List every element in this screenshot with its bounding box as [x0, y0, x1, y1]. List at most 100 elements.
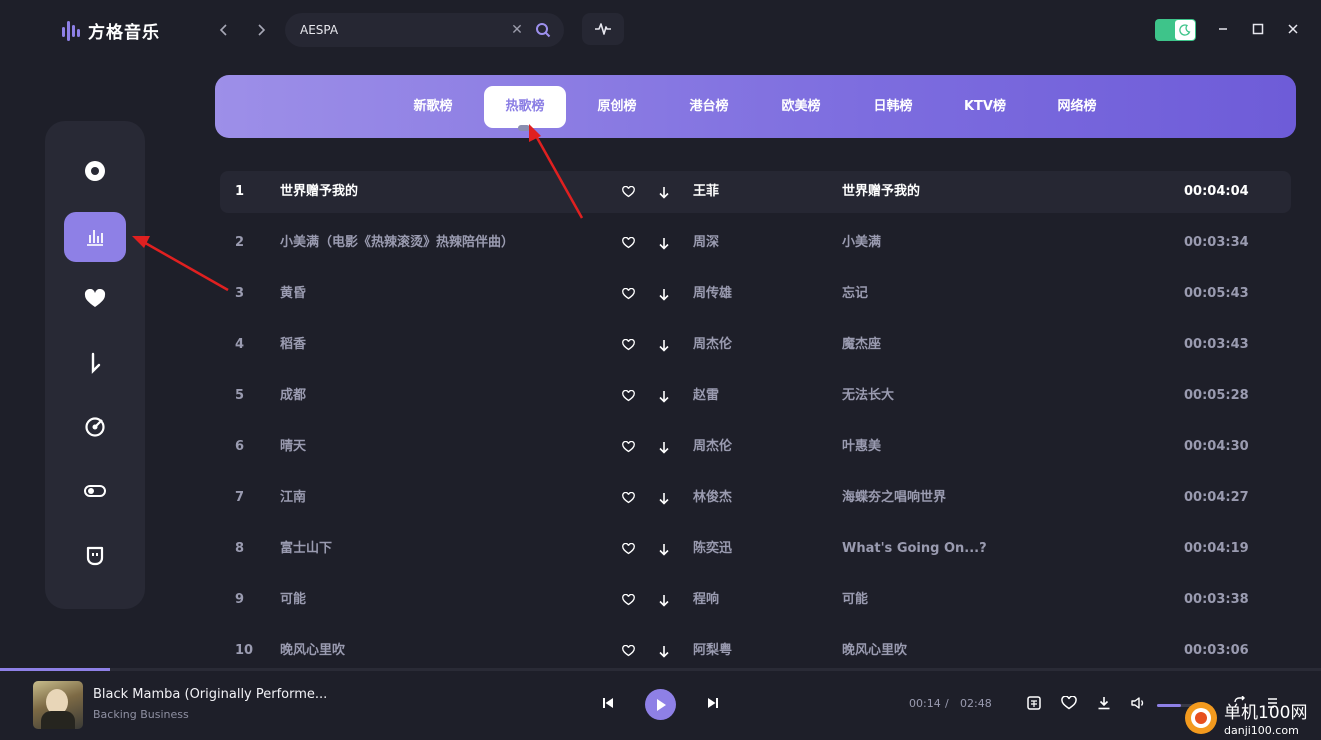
- back-icon[interactable]: [216, 22, 232, 38]
- sidebar-item-settings[interactable]: [64, 466, 126, 516]
- song-title[interactable]: 富士山下: [280, 528, 332, 570]
- lyrics-button[interactable]: [1026, 695, 1042, 711]
- like-song-icon[interactable]: [622, 375, 638, 417]
- album-cover[interactable]: [33, 681, 83, 729]
- next-track-button[interactable]: [705, 695, 721, 711]
- sidebar-item-favorites[interactable]: [64, 274, 126, 324]
- song-album[interactable]: 海蝶夯之唱响世界: [842, 477, 946, 519]
- sidebar-item-discover[interactable]: [64, 402, 126, 452]
- download-song-icon[interactable]: [658, 171, 672, 213]
- play-button[interactable]: [645, 689, 676, 720]
- song-row[interactable]: 5 成都 赵雷 无法长大 00:05:28: [220, 375, 1291, 417]
- theme-toggle[interactable]: [1155, 19, 1196, 41]
- song-title[interactable]: 世界赠予我的: [280, 171, 358, 213]
- volume-button[interactable]: [1130, 695, 1146, 711]
- song-title[interactable]: 小美满（电影《热辣滚烫》热辣陪伴曲）: [280, 222, 514, 264]
- like-song-icon[interactable]: [622, 273, 638, 315]
- song-title[interactable]: 晚风心里吹: [280, 630, 345, 672]
- close-icon[interactable]: [1284, 20, 1302, 38]
- download-song-icon[interactable]: [658, 222, 672, 264]
- song-artist[interactable]: 王菲: [693, 171, 719, 213]
- song-title[interactable]: 江南: [280, 477, 306, 519]
- song-album[interactable]: What's Going On...?: [842, 528, 987, 570]
- song-artist[interactable]: 阿梨粤: [693, 630, 732, 672]
- song-row[interactable]: 8 富士山下 陈奕迅 What's Going On...? 00:04:19: [220, 528, 1291, 570]
- song-row[interactable]: 2 小美满（电影《热辣滚烫》热辣陪伴曲） 周深 小美满 00:03:34: [220, 222, 1291, 264]
- song-album[interactable]: 小美满: [842, 222, 881, 264]
- clear-search-icon[interactable]: ✕: [509, 22, 525, 38]
- song-row[interactable]: 6 晴天 周杰伦 叶惠美 00:04:30: [220, 426, 1291, 468]
- search-input[interactable]: AESPA: [300, 23, 509, 37]
- player-bar: Black Mamba (Originally Performe... Back…: [0, 671, 1321, 740]
- tab-hk-tw[interactable]: 港台榜: [679, 86, 739, 128]
- download-tray-icon: [1098, 697, 1110, 710]
- like-song-icon[interactable]: [622, 222, 638, 264]
- previous-track-button[interactable]: [600, 695, 616, 711]
- song-row[interactable]: 10 晚风心里吹 阿梨粤 晚风心里吹 00:03:06: [220, 630, 1291, 672]
- song-title[interactable]: 黄昏: [280, 273, 306, 315]
- song-row[interactable]: 7 江南 林俊杰 海蝶夯之唱响世界 00:04:27: [220, 477, 1291, 519]
- download-song-icon[interactable]: [658, 324, 672, 366]
- download-song-icon[interactable]: [658, 375, 672, 417]
- listen-recognize-button[interactable]: [582, 13, 624, 45]
- maximize-icon[interactable]: [1249, 20, 1267, 38]
- song-album[interactable]: 叶惠美: [842, 426, 881, 468]
- search-box[interactable]: AESPA ✕: [285, 13, 564, 47]
- song-title[interactable]: 稻香: [280, 324, 306, 366]
- download-song-icon[interactable]: [658, 273, 672, 315]
- song-title[interactable]: 成都: [280, 375, 306, 417]
- song-album[interactable]: 晚风心里吹: [842, 630, 907, 672]
- download-current-button[interactable]: [1096, 695, 1112, 711]
- song-artist[interactable]: 赵雷: [693, 375, 719, 417]
- song-artist[interactable]: 林俊杰: [693, 477, 732, 519]
- tab-jp-kr[interactable]: 日韩榜: [863, 86, 923, 128]
- forward-icon[interactable]: [253, 22, 269, 38]
- tab-ktv[interactable]: KTV榜: [955, 86, 1015, 128]
- download-song-icon[interactable]: [658, 477, 672, 519]
- now-playing-title[interactable]: Black Mamba (Originally Performe...: [93, 687, 327, 702]
- song-row[interactable]: 3 黄昏 周传雄 忘记 00:05:43: [220, 273, 1291, 315]
- sidebar-item-downloads[interactable]: [64, 338, 126, 388]
- song-row[interactable]: 1 世界赠予我的 王菲 世界赠予我的 00:04:04: [220, 171, 1291, 213]
- song-album[interactable]: 可能: [842, 579, 868, 621]
- like-song-icon[interactable]: [622, 324, 638, 366]
- like-song-icon[interactable]: [622, 528, 638, 570]
- like-song-icon[interactable]: [622, 426, 638, 468]
- song-album[interactable]: 忘记: [842, 273, 868, 315]
- like-song-icon[interactable]: [622, 579, 638, 621]
- song-artist[interactable]: 陈奕迅: [693, 528, 732, 570]
- song-artist[interactable]: 程响: [693, 579, 719, 621]
- download-song-icon[interactable]: [658, 579, 672, 621]
- download-song-icon[interactable]: [658, 528, 672, 570]
- song-artist[interactable]: 周传雄: [693, 273, 732, 315]
- song-title[interactable]: 可能: [280, 579, 306, 621]
- song-title[interactable]: 晴天: [280, 426, 306, 468]
- like-current-button[interactable]: [1061, 695, 1077, 711]
- song-row[interactable]: 9 可能 程响 可能 00:03:38: [220, 579, 1291, 621]
- song-album[interactable]: 世界赠予我的: [842, 171, 920, 213]
- tab-new-songs[interactable]: 新歌榜: [403, 86, 463, 128]
- song-artist[interactable]: 周杰伦: [693, 426, 732, 468]
- sidebar-item-disc[interactable]: [64, 146, 126, 196]
- tab-original[interactable]: 原创榜: [587, 86, 647, 128]
- sidebar-item-charts[interactable]: [64, 212, 126, 262]
- sidebar-item-feedback[interactable]: [64, 530, 126, 580]
- song-artist[interactable]: 周杰伦: [693, 324, 732, 366]
- now-playing-artist: Backing Business: [93, 708, 189, 721]
- search-icon[interactable]: [535, 22, 551, 38]
- like-song-icon[interactable]: [622, 171, 638, 213]
- song-album[interactable]: 魔杰座: [842, 324, 881, 366]
- like-song-icon[interactable]: [622, 477, 638, 519]
- download-song-icon[interactable]: [658, 630, 672, 672]
- tab-hot-songs[interactable]: 热歌榜: [484, 86, 566, 131]
- current-time: 00:14: [909, 697, 941, 710]
- like-song-icon[interactable]: [622, 630, 638, 672]
- song-album[interactable]: 无法长大: [842, 375, 894, 417]
- tab-network[interactable]: 网络榜: [1047, 86, 1107, 128]
- song-rank: 10: [235, 643, 254, 658]
- song-row[interactable]: 4 稻香 周杰伦 魔杰座 00:03:43: [220, 324, 1291, 366]
- song-artist[interactable]: 周深: [693, 222, 719, 264]
- tab-western[interactable]: 欧美榜: [771, 86, 831, 128]
- download-song-icon[interactable]: [658, 426, 672, 468]
- minimize-icon[interactable]: [1214, 20, 1232, 38]
